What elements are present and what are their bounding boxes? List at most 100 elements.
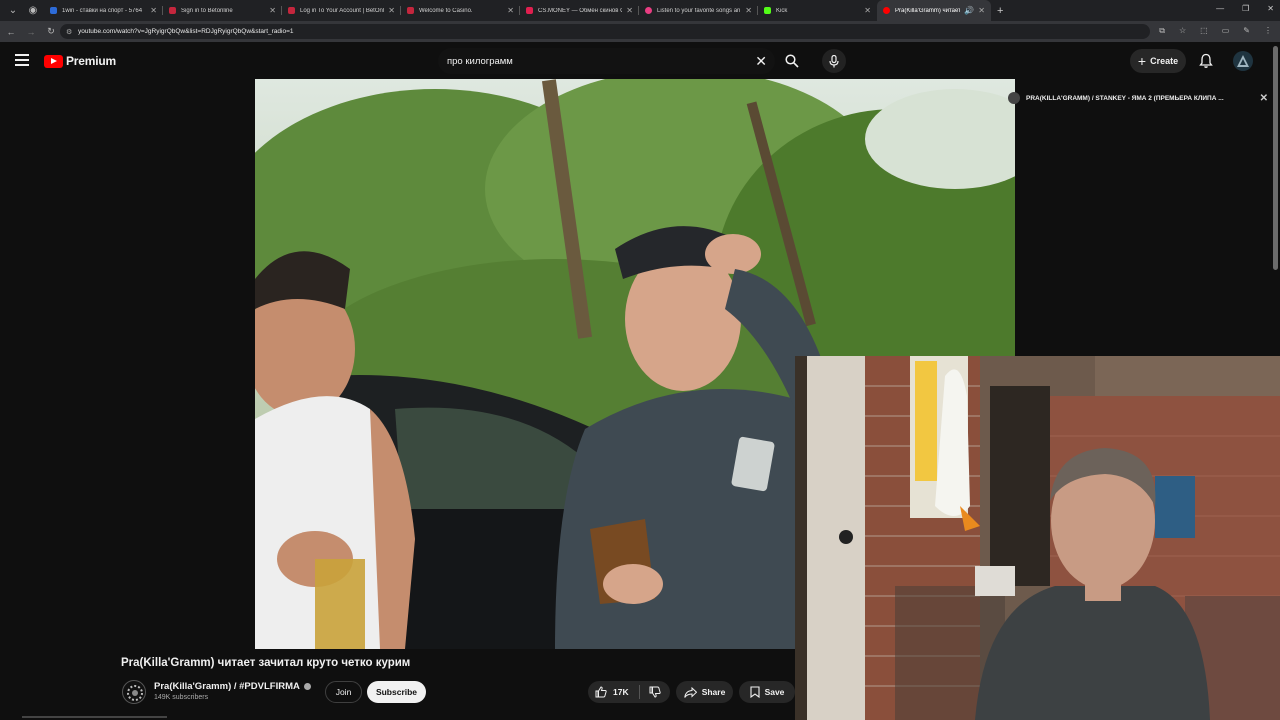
dislike-button[interactable] [640,686,670,698]
tab-favicon-icon [407,7,414,14]
search-icon [785,54,799,68]
playlist-header[interactable]: PRA(KILLA'GRAMM) / STANKEY - ЯМА 2 (ПРЕМ… [1008,90,1268,106]
webcam-overlay [795,356,1280,720]
notifications-bell-icon[interactable] [1198,53,1214,69]
close-playlist-icon[interactable]: ✕ [1260,93,1268,104]
subscriber-count: 149K subscribers [154,694,209,701]
browser-tab-active[interactable]: Pra(Killa'Gramm) читает зач🔊 ✕ [877,0,991,21]
save-label: Save [764,687,785,697]
create-button[interactable]: + Create [1130,49,1186,73]
tab-favicon-icon [645,7,652,14]
microphone-icon [829,54,839,67]
hamburger-menu-icon[interactable] [15,54,29,66]
tab-favicon-icon [288,7,295,14]
like-count: 17K [613,687,629,697]
playlist-mix-icon [1008,92,1020,104]
browser-kebab-icon[interactable]: ⋮ [1264,26,1272,36]
open-in-app-icon[interactable]: ⧉ [1159,26,1165,36]
search-value: про килограмм [447,55,513,67]
forward-icon[interactable]: → [22,27,40,37]
share-arrow-icon [683,686,697,698]
voice-search-button[interactable] [822,49,846,73]
tab-title: Welcome to Casino. [419,7,473,14]
browser-tab[interactable]: Kick ✕ [758,0,877,21]
channel-name[interactable]: Pra(Killa'Gramm) / #PDVLFIRMA [154,681,311,692]
profile-icon[interactable]: ✎ [1243,26,1250,36]
clear-search-icon[interactable]: ✕ [755,53,767,70]
page-scrollbar[interactable] [1273,46,1278,270]
channel-avatar[interactable] [122,680,146,704]
url-text: youtube.com/watch?v=JgRyigrQbQw&list=RDJ… [78,28,294,35]
browser-tab[interactable]: Sign in to Betonline ✕ [163,0,282,21]
bottom-divider [22,716,167,718]
cast-icon[interactable]: ▭ [1222,26,1230,36]
tab-title: 1win - ставки на спорт - 5764 [62,7,143,14]
subscribe-button[interactable]: Subscribe [367,681,426,703]
close-window-icon[interactable]: ✕ [1267,4,1274,13]
search-button[interactable] [777,48,807,74]
reload-icon[interactable]: ↻ [42,26,60,37]
webcam-feed-image [795,356,1280,720]
address-bar: ← → ↻ ⚙ youtube.com/watch?v=JgRyigrQbQw&… [0,21,1280,42]
join-button[interactable]: Join [325,681,362,703]
minimize-icon[interactable]: — [1216,4,1224,13]
brand-label: Premium [66,54,116,68]
browser-menu-icon[interactable]: ◉ [26,4,40,18]
browser-tab[interactable]: Listen to your favorite songs an ✕ [639,0,758,21]
back-icon[interactable]: ← [2,27,20,37]
channel-logo-icon [127,685,143,701]
youtube-play-icon [44,54,63,68]
speaker-icon[interactable]: 🔊 [964,6,974,15]
close-tab-icon[interactable]: ✕ [269,6,276,15]
thumbs-up-icon [595,686,607,698]
extensions-icon[interactable]: ⬚ [1200,26,1208,36]
save-button[interactable]: Save [739,681,795,703]
close-tab-icon[interactable]: ✕ [388,6,395,15]
create-label: Create [1150,56,1179,66]
close-tab-icon[interactable]: ✕ [864,6,871,15]
avatar-icon [1237,55,1249,67]
tab-title: Pra(Killa'Gramm) читает зач [895,7,961,14]
channel-name-text: Pra(Killa'Gramm) / #PDVLFIRMA [154,681,300,692]
playlist-title: PRA(KILLA'GRAMM) / STANKEY - ЯМА 2 (ПРЕМ… [1026,94,1224,102]
restore-icon[interactable]: ❐ [1242,4,1249,13]
browser-tab[interactable]: Log in To Your Account | BetOnl ✕ [282,0,401,21]
tab-title: Log in To Your Account | BetOnl [300,7,385,14]
tab-favicon-icon [526,7,533,14]
close-tab-icon[interactable]: ✕ [626,6,633,15]
like-dislike-group: 17K [588,681,670,703]
browser-tab-strip: ⌄ ◉ 1win - ставки на спорт - 5764 ✕ Sign … [0,0,1280,21]
tab-favicon-icon [764,7,771,14]
close-tab-icon[interactable]: ✕ [745,6,752,15]
share-button[interactable]: Share [676,681,733,703]
tab-title: Kick [776,7,788,14]
search-input[interactable]: про килограмм ✕ [438,48,775,74]
account-avatar[interactable] [1233,51,1253,71]
bookmark-icon [750,686,760,698]
bookmark-star-icon[interactable]: ☆ [1179,26,1186,36]
address-bar-actions: ⧉ ☆ ⬚ ▭ ✎ ⋮ [1159,26,1272,36]
tab-favicon-icon [50,7,57,14]
tab-title: CS.MONEY — Обмен скинов CS [538,7,623,14]
share-label: Share [701,687,726,697]
browser-tab[interactable]: 1win - ставки на спорт - 5764 ✕ [44,0,163,21]
like-button[interactable]: 17K [588,685,640,699]
browser-tab[interactable]: Welcome to Casino. ✕ [401,0,520,21]
new-tab-icon[interactable]: + [997,5,1003,17]
tab-favicon-icon [883,7,890,14]
close-tab-icon[interactable]: ✕ [507,6,514,15]
close-tab-icon[interactable]: ✕ [978,6,985,15]
tab-search-icon[interactable]: ⌄ [6,4,20,18]
tab-title: Sign in to Betonline [181,7,233,14]
tab-favicon-icon [169,7,176,14]
youtube-header: Premium про килограмм ✕ + Create [0,42,1280,79]
window-controls: — ❐ ✕ [1216,4,1274,13]
close-tab-icon[interactable]: ✕ [150,6,157,15]
youtube-logo[interactable]: Premium [44,54,116,68]
plus-icon: + [1137,53,1147,69]
url-field[interactable]: ⚙ youtube.com/watch?v=JgRyigrQbQw&list=R… [60,24,1150,39]
browser-tab[interactable]: CS.MONEY — Обмен скинов CS ✕ [520,0,639,21]
site-info-icon[interactable]: ⚙ [66,28,72,36]
verified-icon [303,682,311,690]
thumbs-down-icon [649,686,661,698]
